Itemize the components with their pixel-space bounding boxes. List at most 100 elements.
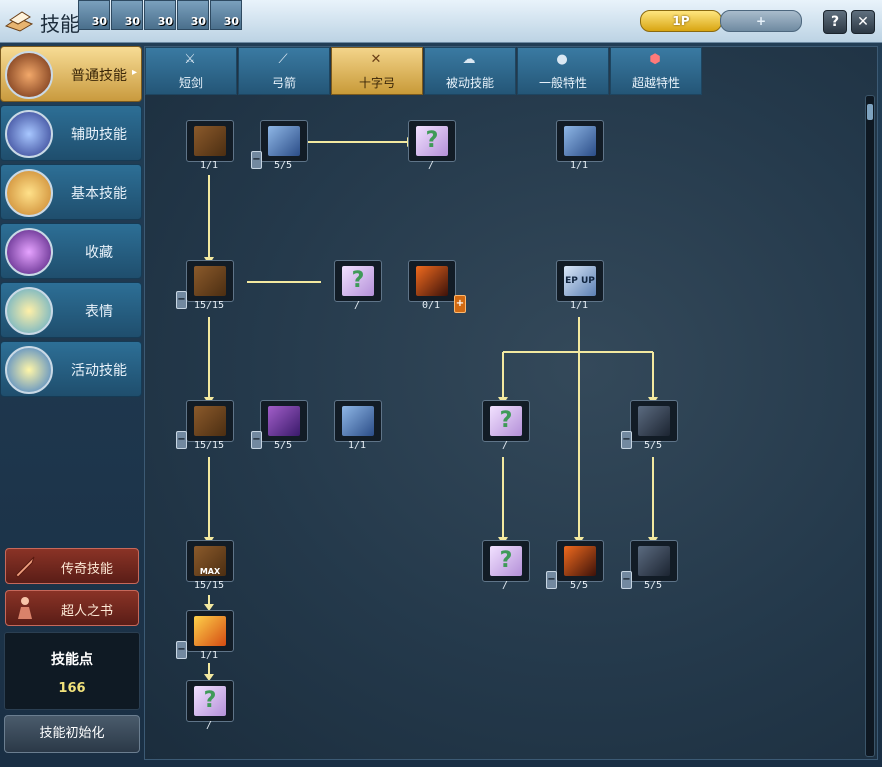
- turret-icon: [638, 546, 670, 576]
- nav-label: 普通技能: [71, 68, 127, 84]
- figure-icon: [18, 597, 32, 619]
- buff-badge[interactable]: 30: [144, 0, 176, 30]
- skill-slot[interactable]: ? /: [334, 260, 382, 312]
- decrease-level-button[interactable]: −: [621, 431, 632, 449]
- lightning-icon: [564, 126, 596, 156]
- trap-icon: [638, 406, 670, 436]
- skill-level: /: [501, 440, 509, 451]
- decrease-level-button[interactable]: −: [546, 571, 557, 589]
- title-bar[interactable]: 技能 30 30 30 30 30 1P + ? ✕: [0, 0, 882, 43]
- skill-level: 5/5: [643, 580, 663, 591]
- nav-label: 表情: [85, 304, 113, 320]
- skill-slot[interactable]: 1/1: [334, 400, 382, 452]
- skill-level: 1/1: [569, 160, 589, 171]
- sword-icon: [15, 556, 35, 578]
- skill-slot[interactable]: 1/1: [186, 610, 234, 662]
- skill-level: 15/15: [193, 580, 225, 591]
- nav-item-event-skills[interactable]: 活动技能: [0, 341, 142, 397]
- decrease-level-button[interactable]: −: [176, 641, 187, 659]
- skill-level: 1/1: [347, 440, 367, 451]
- skill-level: 1/1: [199, 650, 219, 661]
- skill-level: 5/5: [273, 160, 293, 171]
- nav-item-collection[interactable]: 收藏: [0, 223, 142, 279]
- skill-points-panel: 技能点 166: [4, 632, 140, 710]
- buff-badge[interactable]: 30: [210, 0, 242, 30]
- skill-level: /: [501, 580, 509, 591]
- increase-level-button[interactable]: +: [454, 295, 466, 313]
- skill-slot[interactable]: ? /: [408, 120, 456, 172]
- skill-slot[interactable]: 5/5: [556, 540, 604, 592]
- add-page-button[interactable]: +: [720, 10, 802, 32]
- skill-slot[interactable]: 0/1: [408, 260, 456, 312]
- buff-badge[interactable]: 30: [177, 0, 209, 30]
- close-button[interactable]: ✕: [851, 10, 875, 34]
- skill-slot[interactable]: 5/5: [260, 120, 308, 172]
- help-button[interactable]: ?: [823, 10, 847, 34]
- buff-badge[interactable]: 30: [111, 0, 143, 30]
- skill-level: 5/5: [569, 580, 589, 591]
- crossbow-shot-icon: [194, 266, 226, 296]
- crossbow-shot-icon: [194, 406, 226, 436]
- nav-item-support-skills[interactable]: 辅助技能: [0, 105, 142, 161]
- bear-icon: [5, 169, 53, 217]
- star-icon: [5, 346, 53, 394]
- superhuman-book-button[interactable]: 超人之书: [5, 590, 139, 626]
- emote-faces-icon: [5, 287, 53, 335]
- nav-item-emotes[interactable]: 表情: [0, 282, 142, 338]
- skill-slot[interactable]: ? /: [482, 400, 530, 452]
- nav-label: 辅助技能: [71, 127, 127, 143]
- page-1-button[interactable]: 1P: [640, 10, 722, 32]
- reset-skills-button[interactable]: 技能初始化: [4, 715, 140, 753]
- decrease-level-button[interactable]: −: [251, 151, 262, 169]
- book-icon: [5, 228, 53, 276]
- skill-slot[interactable]: ? /: [186, 680, 234, 732]
- skill-slot[interactable]: 5/5: [630, 540, 678, 592]
- decrease-level-button[interactable]: −: [176, 431, 187, 449]
- skill-window: 技能 30 30 30 30 30 1P + ? ✕ 普通技能 ▸ 辅助技能 基…: [0, 0, 882, 767]
- skill-tree-panel: ⚔ 短剑 ⟋ 弓箭 ✕ 十字弓 ☁ 被动技能 ● 一般特性 ⬢ 超越特性 1/1…: [144, 46, 878, 760]
- legendary-skills-label: 传奇技能: [60, 562, 113, 577]
- nav-item-normal-skills[interactable]: 普通技能 ▸: [0, 46, 142, 102]
- decrease-level-button[interactable]: −: [251, 431, 262, 449]
- skill-slot[interactable]: ? /: [482, 540, 530, 592]
- skill-level: /: [427, 160, 435, 171]
- skill-slot[interactable]: 15/15: [186, 400, 234, 452]
- nav-label: 活动技能: [71, 363, 127, 379]
- skill-slot[interactable]: 1/1: [186, 120, 234, 172]
- nav-label: 收藏: [85, 245, 113, 261]
- skill-slot[interactable]: EP UP 1/1: [556, 260, 604, 312]
- unknown-skill-icon: ?: [342, 266, 374, 296]
- claw-icon: [5, 51, 53, 99]
- skill-category-nav: 普通技能 ▸ 辅助技能 基本技能 收藏 表情 活动技能: [0, 46, 142, 400]
- unknown-skill-icon: ?: [490, 406, 522, 436]
- scroll-thumb[interactable]: [867, 104, 873, 120]
- buff-badge[interactable]: 30: [78, 0, 110, 30]
- unknown-skill-icon: ?: [194, 686, 226, 716]
- star-burst-icon: [5, 110, 53, 158]
- skill-level: 5/5: [273, 440, 293, 451]
- skill-slot[interactable]: MAX 15/15: [186, 540, 234, 592]
- nav-item-basic-skills[interactable]: 基本技能: [0, 164, 142, 220]
- skill-slot[interactable]: 5/5: [260, 400, 308, 452]
- skill-slot[interactable]: 1/1: [556, 120, 604, 172]
- arrow-volley-icon: [268, 126, 300, 156]
- nav-label: 基本技能: [71, 186, 127, 202]
- book-icon: [4, 11, 34, 32]
- skill-level: /: [353, 300, 361, 311]
- skill-points-title: 技能点: [51, 652, 93, 668]
- chevron-right-icon: ▸: [131, 67, 137, 78]
- holy-cross-icon: [194, 616, 226, 646]
- skill-slot[interactable]: 5/5: [630, 400, 678, 452]
- bubble-shot-icon: [342, 406, 374, 436]
- crossbow-max-icon: MAX: [194, 546, 226, 576]
- skill-level: 1/1: [199, 160, 219, 171]
- decrease-level-button[interactable]: −: [176, 291, 187, 309]
- legendary-skills-button[interactable]: 传奇技能: [5, 548, 139, 584]
- skill-slot[interactable]: 15/15: [186, 260, 234, 312]
- vertical-scrollbar[interactable]: [865, 95, 875, 757]
- skill-level: 5/5: [643, 440, 663, 451]
- skill-points-value: 166: [58, 681, 86, 696]
- unknown-skill-icon: ?: [490, 546, 522, 576]
- decrease-level-button[interactable]: −: [621, 571, 632, 589]
- skill-level: 1/1: [569, 300, 589, 311]
